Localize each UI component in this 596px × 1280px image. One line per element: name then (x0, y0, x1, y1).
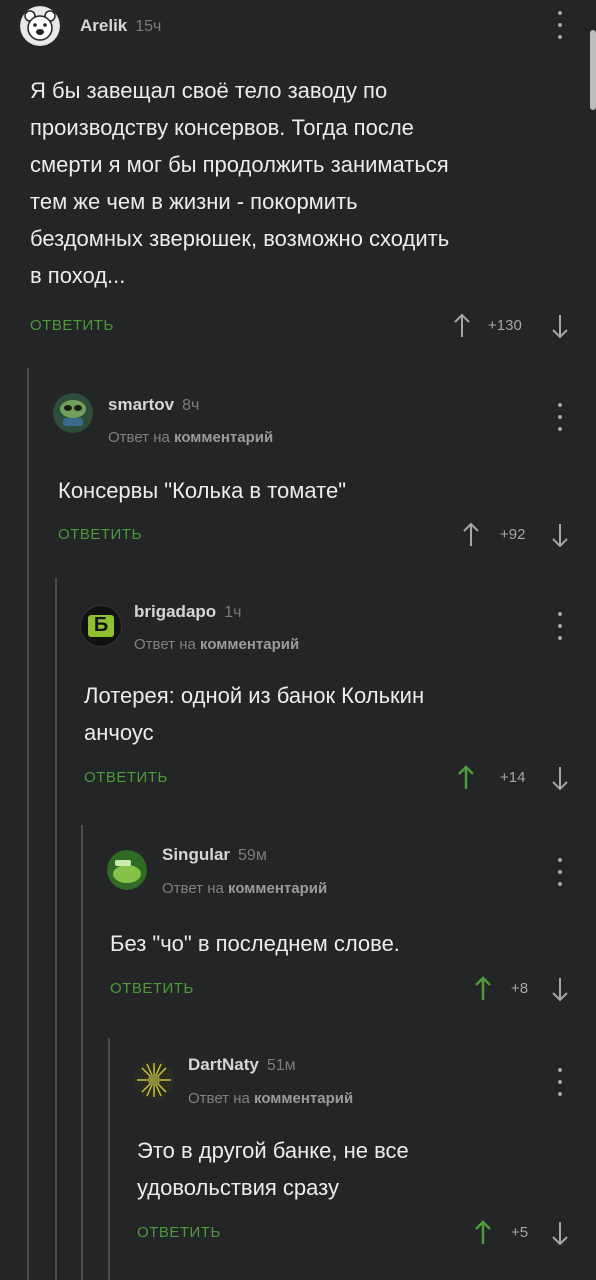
username-text[interactable]: smartov (108, 395, 174, 414)
comment-line: в поход... (30, 263, 126, 288)
comment-text: Без "чо" в последнем слове. (110, 925, 560, 962)
timestamp: 59м (238, 847, 267, 864)
leaf-avatar-icon (107, 850, 147, 890)
reply-to-prefix: Ответ на (188, 1090, 250, 1107)
comment-text: Консервы "Колька в томате" (58, 472, 558, 509)
username[interactable]: Singular 59м (162, 845, 267, 865)
arrow-up-icon[interactable] (453, 313, 471, 339)
comment-line: удовольствия сразу (137, 1175, 339, 1200)
comment-line: смерти я мог бы продолжить заниматься (30, 152, 449, 177)
comment-line: производству консервов. Тогда после (30, 115, 414, 140)
more-options-icon[interactable] (550, 11, 570, 39)
reply-button[interactable]: ОТВЕТИТЬ (84, 769, 168, 786)
reply-to-label: Ответ на комментарий (162, 880, 327, 897)
timestamp: 8ч (182, 397, 200, 414)
username[interactable]: Arelik 15ч (80, 16, 161, 36)
timestamp: 51м (266, 1057, 296, 1074)
comment-line: анчоус (84, 720, 154, 745)
reply-to-label: Ответ на комментарий (188, 1090, 353, 1107)
vote-count: +130 (488, 317, 522, 334)
arrow-up-icon[interactable] (457, 765, 475, 791)
reply-to-prefix: Ответ на (134, 636, 196, 653)
username-text[interactable]: DartNaty (188, 1055, 259, 1074)
username-text[interactable]: brigadapo (134, 602, 216, 621)
reply-button[interactable]: ОТВЕТИТЬ (30, 317, 114, 334)
vote-count: +92 (500, 526, 526, 543)
reply-to-link[interactable]: комментарий (228, 880, 327, 897)
comment-text: Лотерея: одной из банок Колькин анчоус (84, 677, 554, 751)
scrollbar[interactable] (590, 30, 596, 110)
vote-count: +5 (511, 1224, 529, 1241)
avatar-glyph: Б (93, 614, 109, 636)
reply-button[interactable]: ОТВЕТИТЬ (137, 1224, 221, 1241)
more-options-icon[interactable] (550, 858, 570, 886)
arrow-down-icon[interactable] (551, 1220, 569, 1246)
username-text[interactable]: Arelik (80, 16, 127, 35)
arrow-up-icon[interactable] (474, 976, 492, 1002)
reply-to-label: Ответ на комментарий (134, 636, 299, 653)
comment-line: Лотерея: одной из банок Колькин (84, 683, 425, 708)
avatar[interactable] (20, 6, 60, 46)
arrow-up-icon[interactable] (462, 522, 480, 548)
comment-text: Это в другой банке, не все удовольствия … (137, 1132, 557, 1206)
timestamp: 1ч (224, 604, 242, 621)
reply-to-prefix: Ответ на (108, 429, 170, 446)
thread-line (55, 578, 57, 1280)
username-text[interactable]: Singular (162, 845, 230, 864)
reply-button[interactable]: ОТВЕТИТЬ (110, 980, 194, 997)
avatar[interactable]: Б (80, 605, 122, 647)
thread-line (81, 825, 83, 1280)
comment-line: бездомных зверюшек, возможно сходить (30, 226, 450, 251)
more-options-icon[interactable] (550, 612, 570, 640)
comment-line: Я бы завещал своё тело заводу по (30, 78, 388, 103)
character-avatar-icon (53, 393, 93, 433)
more-options-icon[interactable] (550, 1068, 570, 1096)
more-options-icon[interactable] (550, 403, 570, 431)
reply-to-prefix: Ответ на (162, 880, 224, 897)
username[interactable]: smartov 8ч (108, 395, 199, 415)
username[interactable]: DartNaty 51м (188, 1055, 296, 1075)
comment-line: Без "чо" в последнем слове. (110, 931, 400, 956)
arrow-down-icon[interactable] (551, 765, 569, 791)
thread-line (27, 368, 29, 1280)
timestamp: 15ч (135, 18, 162, 35)
arrow-down-icon[interactable] (551, 313, 569, 339)
vote-count: +14 (500, 769, 526, 786)
reply-to-link[interactable]: комментарий (254, 1090, 353, 1107)
sunburst-avatar-icon (134, 1060, 174, 1100)
comment-line: тем же чем в жизни - покормить (30, 189, 358, 214)
comment-line: Это в другой банке, не все (137, 1138, 409, 1163)
reply-to-link[interactable]: комментарий (200, 636, 299, 653)
reply-to-label: Ответ на комментарий (108, 429, 273, 446)
avatar[interactable] (107, 850, 147, 890)
reply-to-link[interactable]: комментарий (174, 429, 273, 446)
comment-text: Я бы завещал своё тело заводу по произво… (30, 72, 560, 294)
reply-button[interactable]: ОТВЕТИТЬ (58, 526, 142, 543)
vote-count: +8 (511, 980, 529, 997)
bear-avatar-icon (20, 6, 60, 46)
arrow-up-icon[interactable] (474, 1220, 492, 1246)
comment-line: Консервы "Колька в томате" (58, 478, 347, 503)
avatar[interactable] (134, 1060, 174, 1100)
avatar[interactable] (53, 393, 93, 433)
arrow-down-icon[interactable] (551, 976, 569, 1002)
arrow-down-icon[interactable] (551, 522, 569, 548)
username[interactable]: brigadapo 1ч (134, 602, 241, 622)
thread-line (108, 1038, 110, 1280)
